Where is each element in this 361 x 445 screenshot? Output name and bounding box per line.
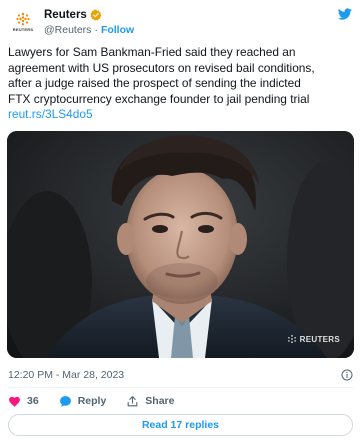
tweet-link[interactable]: reut.rs/3LS4do5	[8, 107, 353, 123]
tweet-text-line: after a judge raised the prospect of sen…	[8, 76, 301, 90]
tweet-text: Lawyers for Sam Bankman-Fried said they …	[8, 45, 353, 123]
photo-watermark: REUTERS	[287, 334, 340, 344]
share-button[interactable]: Share	[126, 395, 174, 408]
tweet-text-line: Lawyers for Sam Bankman-Fried said they …	[8, 45, 296, 59]
author-handle-row: @Reuters · Follow	[44, 23, 134, 36]
reply-icon	[59, 395, 71, 407]
tweet-text-line: agreement with US prosecutors on revised…	[8, 60, 315, 75]
photo-illustration	[7, 131, 354, 358]
reply-button[interactable]: Reply	[59, 395, 107, 408]
info-icon[interactable]	[341, 369, 353, 381]
share-icon	[127, 395, 138, 406]
tweet-card: REUTERS Reuters @Reuters · Follow Lawyer…	[0, 0, 361, 445]
reuters-logo-icon	[16, 12, 30, 26]
like-count: 36	[27, 395, 39, 407]
avatar-label: REUTERS	[12, 27, 34, 32]
author-handle[interactable]: @Reuters	[44, 24, 91, 36]
follow-button[interactable]: Follow	[101, 24, 134, 36]
verified-badge-icon	[90, 9, 102, 21]
x-logo-icon[interactable]	[337, 7, 353, 21]
tweet-photo[interactable]: REUTERS	[7, 131, 354, 358]
divider	[8, 387, 353, 388]
read-replies-button[interactable]: Read 17 replies	[8, 414, 353, 436]
tweet-header: REUTERS Reuters @Reuters · Follow	[6, 6, 355, 38]
author-name[interactable]: Reuters	[44, 9, 87, 21]
reuters-watermark-icon	[287, 335, 296, 343]
avatar[interactable]: REUTERS	[6, 6, 40, 38]
tweet-text-line: FTX cryptocurrency exchange founder to j…	[8, 91, 310, 106]
tweet-actions: 36 Reply Share	[8, 393, 194, 409]
like-button[interactable]: 36	[8, 395, 39, 408]
separator-dot: ·	[94, 23, 98, 36]
author-name-row: Reuters	[44, 8, 102, 22]
reply-label: Reply	[77, 395, 107, 407]
tweet-timestamp[interactable]: 12:20 PM - Mar 28, 2023	[8, 369, 124, 381]
timestamp-row: 12:20 PM - Mar 28, 2023	[8, 368, 353, 382]
share-label: Share	[145, 395, 175, 407]
watermark-label: REUTERS	[299, 334, 340, 344]
heart-icon	[9, 396, 20, 407]
